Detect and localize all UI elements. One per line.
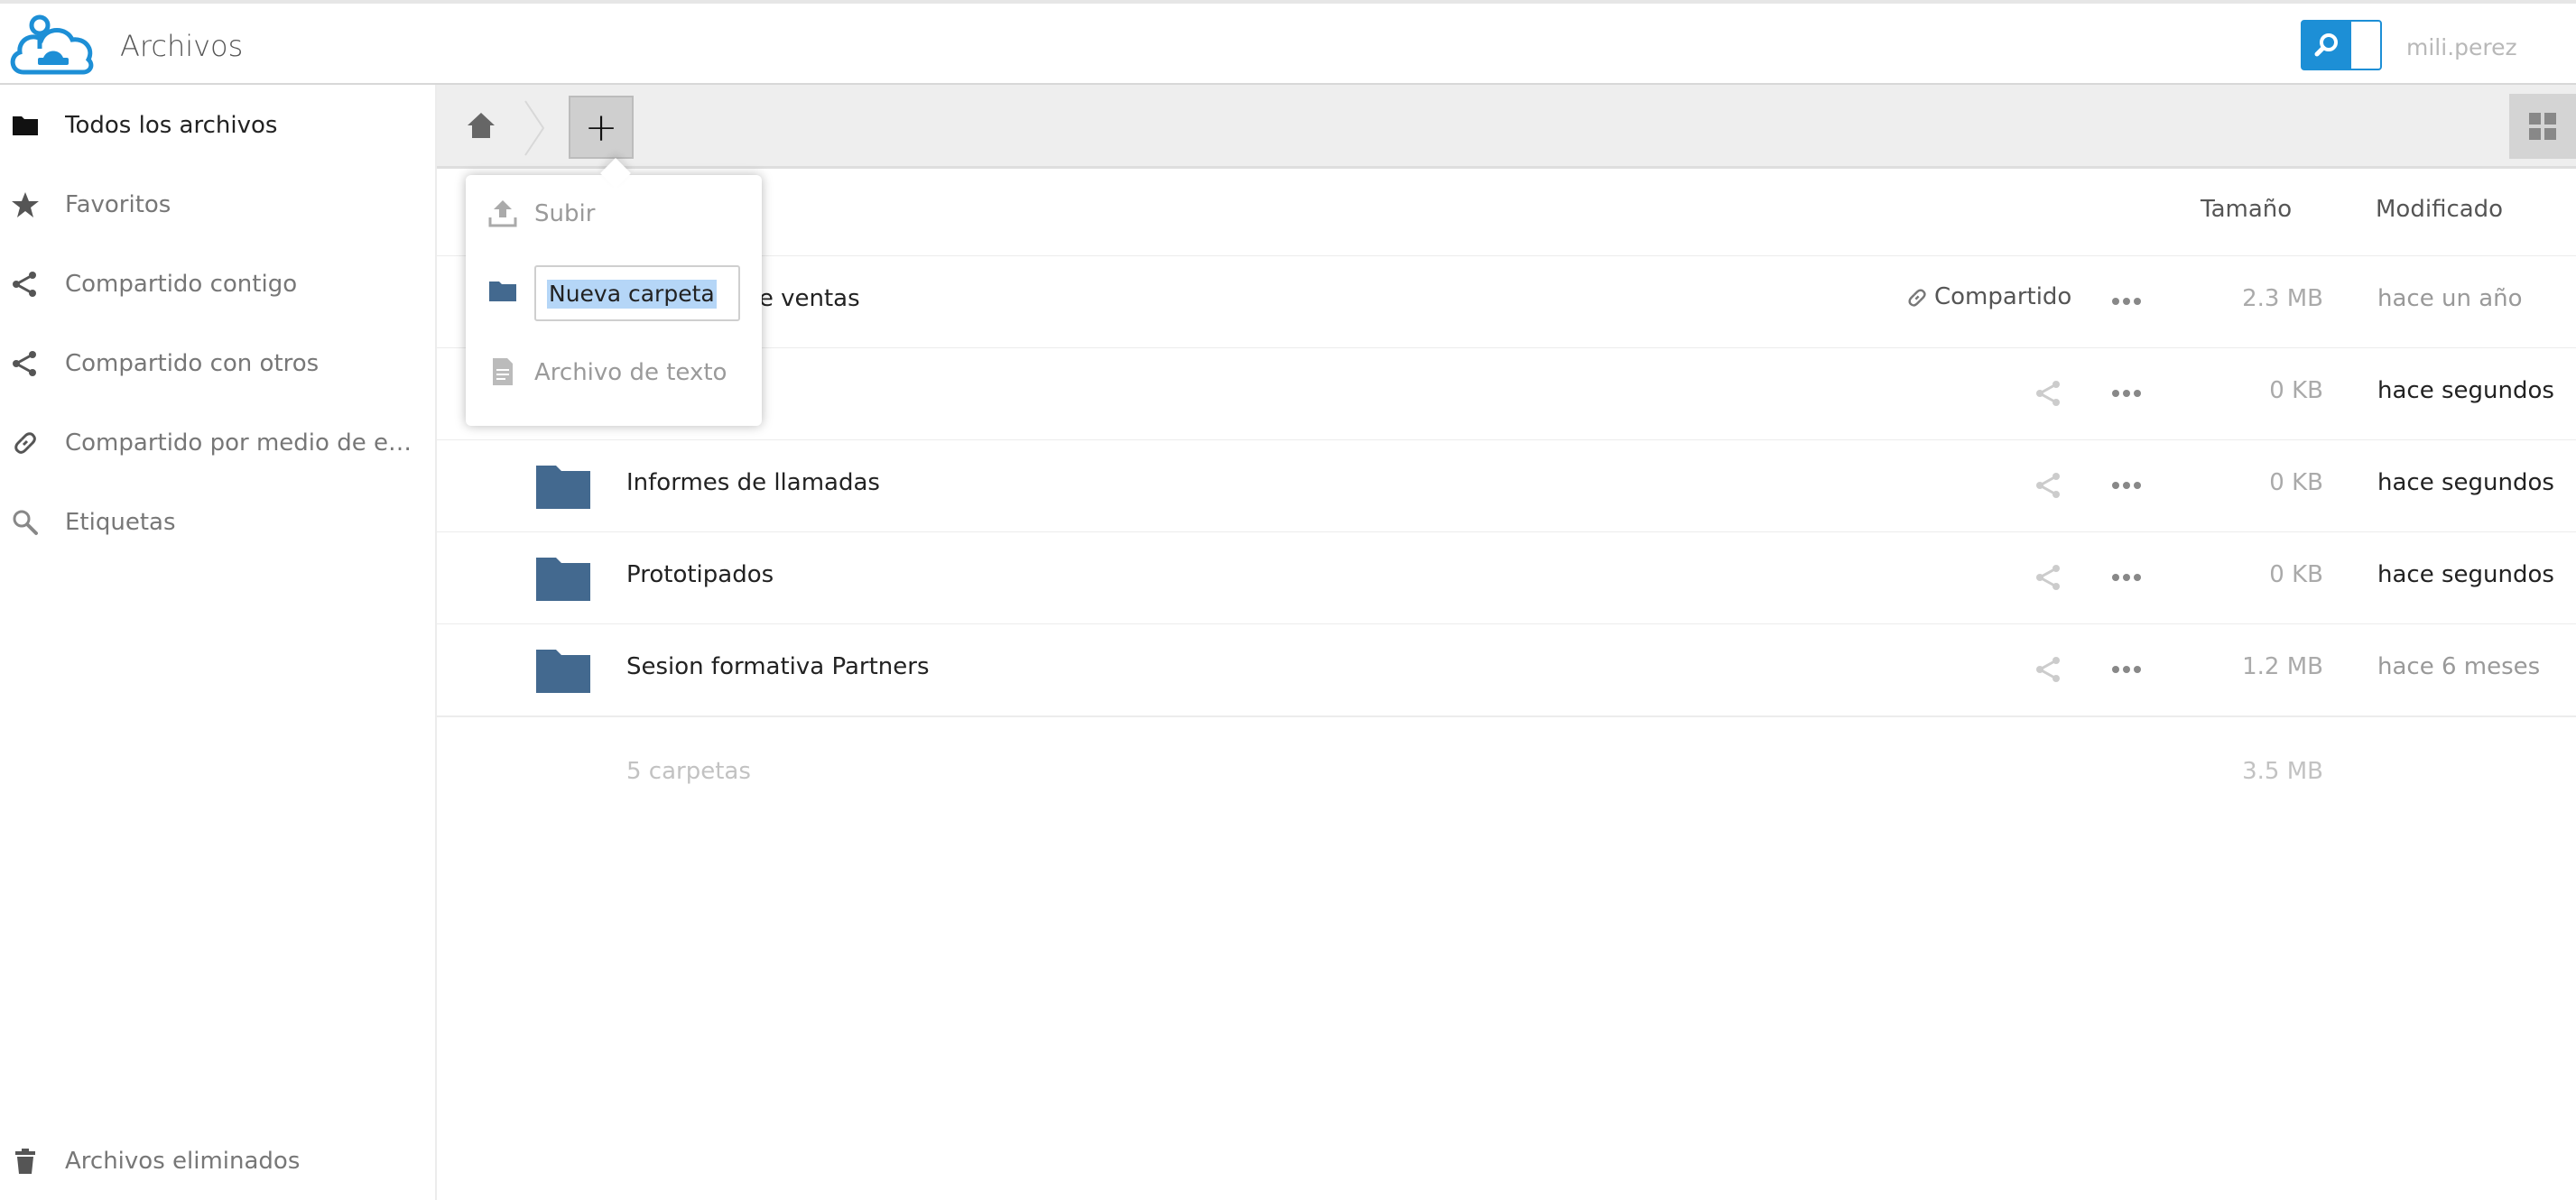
sidebar-item-shared-by-link[interactable]: Compartido por medio de enlac... [0, 402, 435, 482]
folder-icon [489, 282, 516, 301]
file-size: 0 KB [2269, 469, 2323, 496]
menu-item-new-folder[interactable]: Nueva carpeta [466, 253, 762, 330]
controls-bar: + [437, 85, 2576, 169]
sidebar-item-label: Compartido contigo [65, 271, 298, 298]
grid-view-icon [2529, 113, 2556, 140]
new-folder-name-input[interactable]: Nueva carpeta [534, 265, 740, 321]
table-row[interactable]: Prototipados 0 KB hace segundos [437, 532, 2576, 625]
upload-icon [488, 200, 517, 227]
folder-icon [536, 466, 590, 509]
file-name[interactable]: Sesion formativa Partners [626, 653, 930, 680]
new-menu-popover: Subir Nueva carpeta Archivo de texto [466, 158, 762, 426]
menu-item-text-file[interactable]: Archivo de texto [466, 334, 762, 411]
tag-search-icon [13, 510, 38, 535]
app-title: Archivos [120, 29, 244, 63]
table-summary: 5 carpetas 3.5 MB [437, 722, 2576, 812]
sidebar-item-shared-with-others[interactable]: Compartido con otros [0, 323, 435, 402]
text-file-icon [493, 358, 513, 385]
user-menu[interactable]: mili.perez [2406, 34, 2517, 60]
plus-icon: + [584, 105, 618, 151]
folder-count: 5 carpetas [626, 758, 751, 785]
sidebar-item-label: Etiquetas [65, 509, 176, 536]
new-button[interactable]: + [569, 96, 634, 159]
sidebar-item-tags[interactable]: Etiquetas [0, 482, 435, 561]
file-modified: hace 6 meses [2377, 653, 2541, 680]
app-logo-icon[interactable] [7, 13, 97, 78]
folder-icon [536, 650, 590, 693]
total-size: 3.5 MB [2242, 758, 2323, 785]
file-size: 0 KB [2269, 377, 2323, 404]
share-icon [13, 351, 36, 376]
file-size: 1.2 MB [2242, 653, 2323, 680]
menu-item-upload[interactable]: Subir [466, 175, 762, 253]
sidebar: Todos los archivos Favoritos Compartido … [0, 85, 437, 1200]
file-name[interactable]: Informes de llamadas [626, 469, 880, 496]
link-icon [1908, 288, 1926, 307]
sidebar-item-label: Todos los archivos [65, 112, 278, 139]
file-modified: hace segundos [2377, 469, 2554, 496]
sidebar-item-deleted-files[interactable]: Archivos eliminados [0, 1121, 435, 1200]
file-modified: hace segundos [2377, 377, 2554, 404]
search-button[interactable] [2303, 22, 2351, 69]
column-header-modified[interactable]: Modificado [2376, 196, 2503, 223]
sidebar-item-all-files[interactable]: Todos los archivos [0, 85, 435, 164]
table-row[interactable]: Sesion formativa Partners 1.2 MB hace 6 … [437, 624, 2576, 717]
sidebar-item-favorites[interactable]: Favoritos [0, 164, 435, 244]
header: Archivos mili.perez [0, 4, 2576, 85]
sidebar-item-label: Favoritos [65, 191, 171, 218]
column-header-size[interactable]: Tamaño [2201, 196, 2292, 223]
sidebar-item-label: Archivos eliminados [65, 1148, 301, 1175]
link-icon [14, 432, 36, 454]
file-modified: hace segundos [2377, 561, 2554, 588]
file-name[interactable]: Prototipados [626, 561, 774, 588]
star-icon [12, 192, 39, 217]
file-modified: hace un año [2377, 285, 2523, 312]
folder-icon [536, 558, 590, 601]
file-size: 2.3 MB [2242, 285, 2323, 312]
trash-icon [15, 1149, 35, 1174]
breadcrumb-separator-icon [524, 100, 545, 156]
grid-view-toggle[interactable] [2509, 94, 2576, 159]
home-icon[interactable] [466, 110, 496, 141]
sidebar-item-label: Compartido con otros [65, 350, 320, 377]
sidebar-item-label: Compartido por medio de enlac... [65, 429, 426, 457]
search-box[interactable] [2301, 20, 2382, 70]
menu-item-label: Subir [534, 200, 596, 227]
search-icon [2314, 33, 2338, 57]
selected-folder-name: Nueva carpeta [547, 280, 717, 309]
folder-icon [13, 116, 38, 135]
sidebar-item-shared-with-you[interactable]: Compartido contigo [0, 244, 435, 323]
file-size: 0 KB [2269, 561, 2323, 588]
table-row[interactable]: Informes de llamadas 0 KB hace segundos [437, 440, 2576, 533]
share-icon [13, 272, 36, 297]
menu-item-label: Archivo de texto [534, 359, 727, 386]
